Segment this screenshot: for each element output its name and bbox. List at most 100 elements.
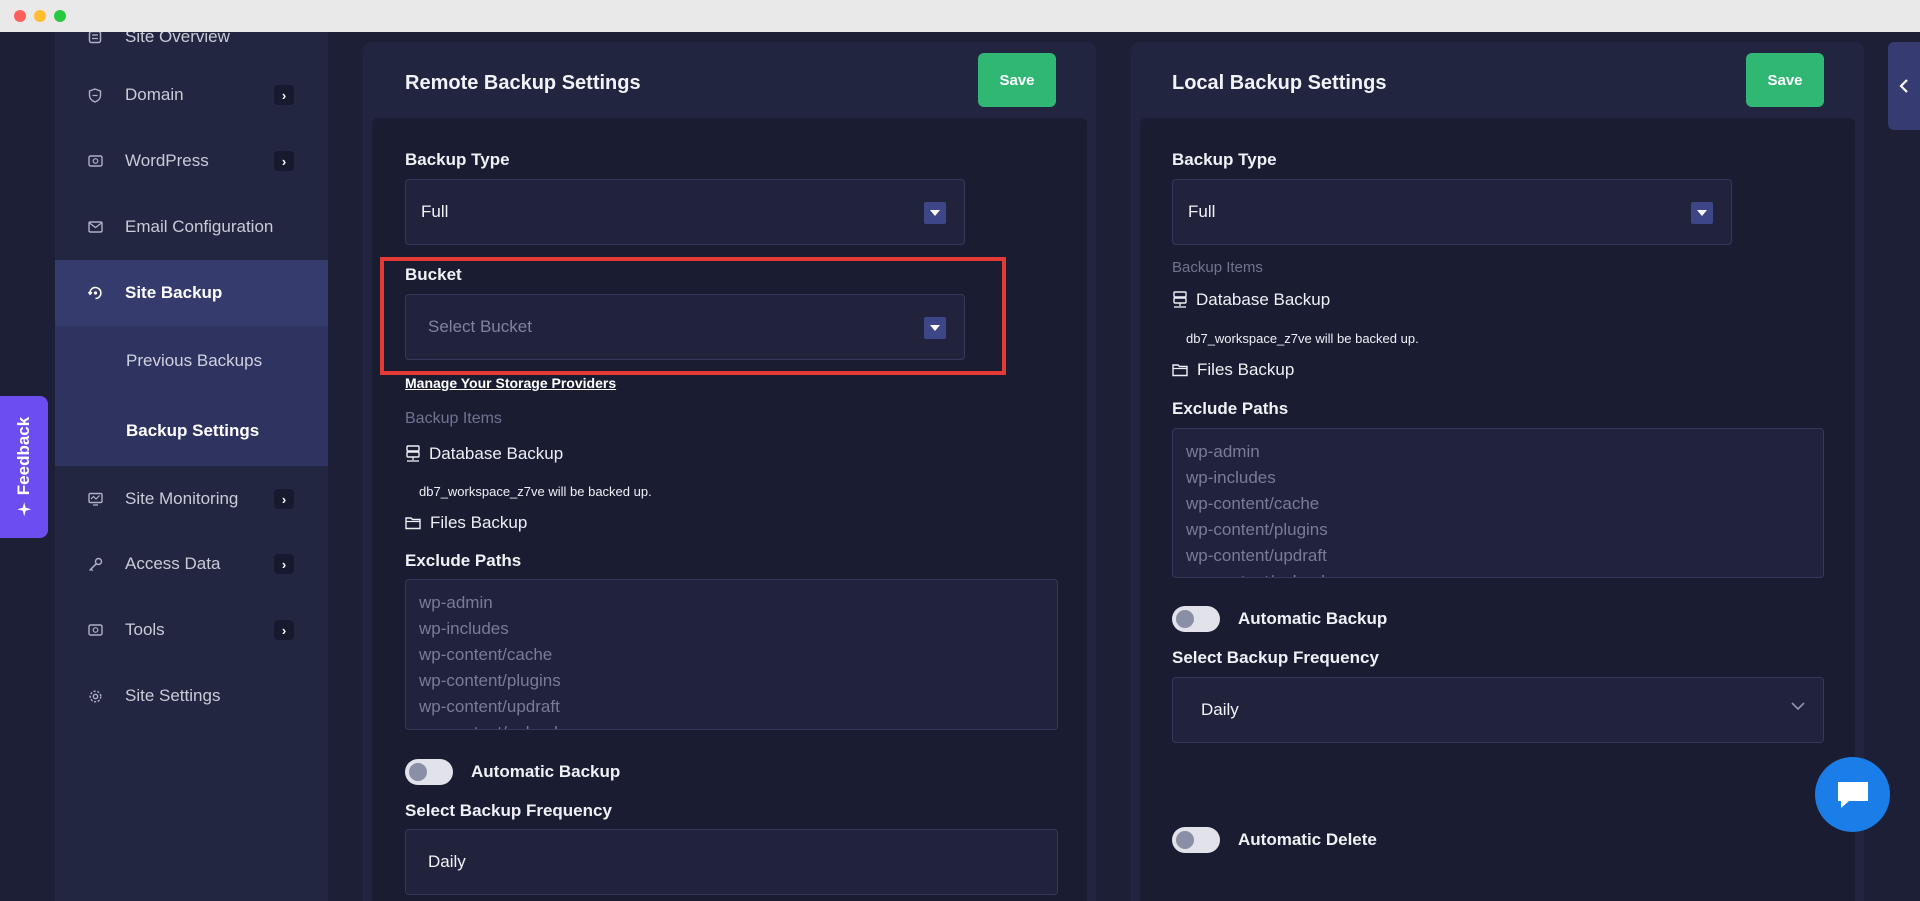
exclude-path-line: wp-content/plugins (419, 671, 561, 690)
monitor-icon (87, 491, 103, 507)
backup-frequency-select[interactable]: Daily (405, 829, 1058, 895)
sidebar-item-site-monitoring[interactable]: Site Monitoring › (55, 466, 328, 532)
database-backup-item: Database Backup (1172, 290, 1330, 310)
sidebar-item-label: Site Overview (125, 32, 230, 46)
database-backup-item: Database Backup (405, 444, 563, 464)
backup-frequency-select[interactable]: Daily (1172, 677, 1824, 743)
exclude-paths-textarea[interactable]: wp-admin wp-includes wp-content/cache wp… (1172, 428, 1824, 578)
backup-type-value: Full (421, 202, 449, 221)
local-panel-body: Backup Type Full Backup Items Database B… (1140, 118, 1855, 901)
sidebar-item-label: Access Data (125, 554, 221, 573)
exclude-paths-label: Exclude Paths (1172, 399, 1289, 418)
chevron-right-icon[interactable]: › (274, 554, 294, 574)
backup-type-value: Full (1188, 202, 1216, 221)
sidebar-item-email-configuration[interactable]: Email Configuration (55, 194, 328, 260)
backup-frequency-label: Select Backup Frequency (405, 801, 612, 820)
sidebar-subitem-label: Previous Backups (126, 351, 263, 370)
automatic-backup-toggle[interactable] (405, 759, 453, 785)
database-backup-label: Database Backup (1196, 290, 1331, 309)
sidebar-subitem-previous-backups[interactable]: Previous Backups (55, 326, 328, 396)
database-icon (406, 445, 420, 462)
sidebar-item-label: Site Backup (125, 283, 223, 302)
backup-icon (87, 285, 103, 301)
exclude-path-line: wp-content/cache (419, 645, 553, 664)
automatic-backup-row: Automatic Backup (1172, 606, 1387, 632)
caret-down-icon (1691, 202, 1713, 224)
local-panel-title: Local Backup Settings (1172, 72, 1387, 94)
database-backup-note: db7_workspace_z7ve will be backed up. (419, 484, 652, 499)
feedback-tab[interactable]: Feedback (0, 396, 48, 538)
chevron-left-icon (1899, 79, 1908, 93)
backup-items-label: Backup Items (405, 410, 502, 427)
backup-items-label: Backup Items (1172, 259, 1263, 276)
backup-type-select[interactable]: Full (1172, 179, 1732, 245)
folder-icon (1172, 364, 1188, 377)
automatic-backup-toggle[interactable] (1172, 606, 1220, 632)
exclude-path-line: wp-includes (419, 619, 509, 638)
chat-icon (1837, 781, 1868, 808)
collapse-panel-button[interactable] (1888, 42, 1920, 130)
local-backup-panel: Local Backup Settings Save Backup Type F… (1131, 42, 1864, 901)
mail-icon (87, 219, 103, 235)
window-titlebar (0, 0, 1920, 32)
exclude-path-line: wp-admin (419, 593, 493, 612)
sidebar-item-domain[interactable]: Domain › (55, 62, 328, 128)
remote-panel-title: Remote Backup Settings (405, 72, 641, 94)
exclude-paths-textarea[interactable]: wp-admin wp-includes wp-content/cache wp… (405, 579, 1058, 730)
exclude-path-line: wp-content/upload (419, 720, 1044, 729)
sidebar-item-site-backup[interactable]: Site Backup (55, 260, 328, 326)
files-backup-item: Files Backup (405, 513, 527, 533)
caret-down-icon (924, 202, 946, 224)
exclude-path-line: wp-content/updraft (419, 697, 560, 716)
shield-icon (87, 87, 103, 103)
sparkle-icon (17, 502, 31, 517)
chevron-right-icon[interactable]: › (274, 85, 294, 105)
local-save-button[interactable]: Save (1746, 53, 1824, 107)
chevron-right-icon[interactable]: › (274, 620, 294, 640)
remote-save-button[interactable]: Save (978, 53, 1056, 107)
chat-button[interactable] (1815, 757, 1890, 832)
database-backup-label: Database Backup (429, 444, 564, 463)
files-backup-item: Files Backup (1172, 360, 1294, 380)
sidebar-item-access-data[interactable]: Access Data › (55, 531, 328, 597)
sidebar-item-label: Site Settings (125, 686, 221, 705)
folder-icon (405, 517, 421, 530)
automatic-delete-label: Automatic Delete (1238, 830, 1377, 849)
manage-storage-providers-link[interactable]: Manage Your Storage Providers (405, 375, 616, 391)
app-viewport: Site Overview Domain › WordPress › Email… (0, 32, 1920, 901)
gear-icon (87, 688, 103, 704)
automatic-delete-row: Automatic Delete (1172, 827, 1377, 853)
exclude-path-line: wp-content/upload (1186, 569, 1810, 577)
sidebar-subitem-backup-settings[interactable]: Backup Settings (55, 396, 328, 466)
maximize-window-button[interactable] (54, 10, 66, 22)
automatic-delete-toggle[interactable] (1172, 827, 1220, 853)
sidebar-item-site-settings[interactable]: Site Settings (55, 663, 328, 729)
sidebar-item-tools[interactable]: Tools › (55, 597, 328, 663)
backup-type-select[interactable]: Full (405, 179, 965, 245)
sidebar-item-label: Domain (125, 85, 184, 104)
automatic-backup-label: Automatic Backup (1238, 609, 1388, 628)
exclude-path-line: wp-includes (1186, 468, 1276, 487)
exclude-paths-label: Exclude Paths (405, 551, 522, 570)
sidebar-subitem-label: Backup Settings (126, 421, 260, 440)
exclude-path-line: wp-admin (1186, 442, 1260, 461)
sidebar-item-label: Site Monitoring (125, 489, 239, 508)
chevron-right-icon[interactable]: › (274, 151, 294, 171)
backup-type-label: Backup Type (405, 150, 510, 169)
close-window-button[interactable] (14, 10, 26, 22)
sidebar-item-label: Tools (125, 620, 165, 639)
automatic-backup-row: Automatic Backup (405, 759, 620, 785)
remote-backup-panel: Remote Backup Settings Save Backup Type … (363, 42, 1096, 901)
backup-type-label: Backup Type (1172, 150, 1277, 169)
backup-frequency-value: Daily (1201, 700, 1239, 719)
exclude-path-line: wp-content/plugins (1186, 520, 1328, 539)
sidebar-item-label: Email Configuration (125, 217, 274, 236)
chevron-right-icon[interactable]: › (274, 489, 294, 509)
local-panel-header: Local Backup Settings Save (1131, 42, 1864, 118)
files-backup-label: Files Backup (1197, 360, 1295, 379)
sidebar-item-wordpress[interactable]: WordPress › (55, 128, 328, 194)
remote-panel-header: Remote Backup Settings Save (363, 42, 1096, 118)
sidebar: Site Overview Domain › WordPress › Email… (55, 32, 328, 901)
minimize-window-button[interactable] (34, 10, 46, 22)
sidebar-item-label: WordPress (125, 151, 209, 170)
